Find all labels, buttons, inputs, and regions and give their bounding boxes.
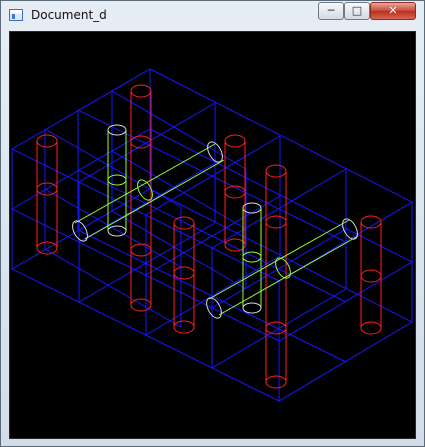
document-icon[interactable] (9, 9, 23, 21)
application-window: Document_d ─ □ ✕ (0, 0, 425, 447)
maximize-button[interactable]: □ (344, 2, 370, 20)
blue-grid (10, 68, 414, 402)
wireframe-model[interactable] (10, 32, 416, 439)
close-button[interactable]: ✕ (370, 2, 416, 20)
title-bar[interactable]: Document_d ─ □ ✕ (1, 1, 424, 30)
minimize-button[interactable]: ─ (318, 2, 344, 20)
window-title: Document_d (31, 8, 107, 22)
viewport-3d[interactable] (9, 31, 416, 439)
